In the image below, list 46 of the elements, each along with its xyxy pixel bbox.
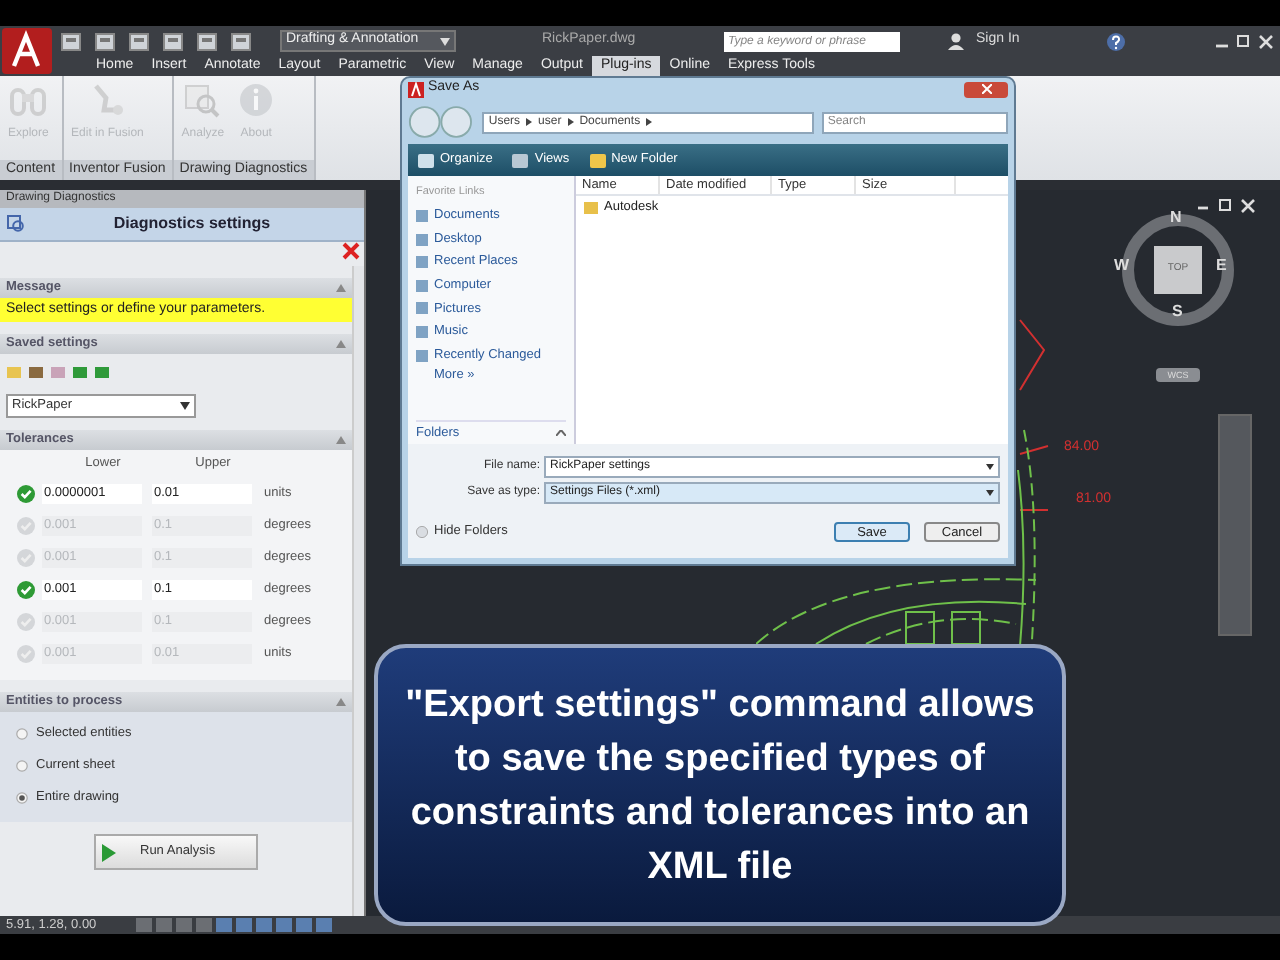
collapse-icon[interactable] (336, 284, 346, 292)
collapse-icon (416, 526, 428, 538)
close-button[interactable] (964, 81, 1008, 97)
window-controls-icon[interactable] (1196, 198, 1256, 214)
user-icon[interactable] (946, 32, 966, 50)
quick-access-icon[interactable] (196, 31, 220, 51)
check-icon[interactable] (16, 516, 36, 536)
dropdown-arrow-icon[interactable] (986, 490, 994, 496)
compass-label: W (1114, 256, 1130, 274)
check-icon[interactable] (16, 484, 36, 504)
binoculars-icon (8, 82, 49, 118)
magnifier-icon (6, 214, 26, 234)
info-icon (236, 82, 277, 118)
compass-label: E (1216, 256, 1227, 274)
help-icon[interactable] (1105, 31, 1126, 51)
compass-label: S (1172, 302, 1183, 320)
radio-button[interactable] (16, 760, 28, 772)
back-forward-icon[interactable] (408, 104, 475, 140)
check-icon[interactable] (16, 612, 36, 632)
app-logo-icon (408, 81, 424, 97)
collapse-icon[interactable] (336, 340, 346, 348)
close-icon[interactable] (342, 242, 360, 260)
dropdown-arrow-icon[interactable] (986, 464, 994, 470)
window-controls-icon[interactable] (1214, 33, 1274, 49)
collapse-icon[interactable] (336, 698, 346, 706)
palette-header: Diagnostics settings (0, 208, 364, 242)
check-icon[interactable] (16, 644, 36, 664)
callout-text: "Export settings" command allows to save the specified types of constraints and tolerances into an XML file (403, 681, 1037, 891)
close-icon (981, 84, 991, 94)
quick-access-icon[interactable] (60, 31, 84, 51)
magnifier-icon (182, 82, 223, 118)
quick-access-icon[interactable] (128, 31, 152, 51)
radio-button[interactable] (16, 728, 28, 740)
quick-access-icon[interactable] (230, 31, 254, 51)
radio-button[interactable] (16, 792, 28, 804)
quick-access-icon[interactable] (94, 31, 118, 51)
application-menu-icon[interactable] (0, 26, 54, 76)
collapse-icon[interactable] (336, 436, 346, 444)
scrollbar[interactable] (352, 266, 364, 916)
check-icon[interactable] (16, 548, 36, 568)
play-icon (102, 843, 116, 861)
chevron-icon (556, 430, 566, 436)
dropdown-arrow-icon[interactable] (440, 37, 450, 45)
quick-access-icon[interactable] (162, 31, 186, 51)
check-icon[interactable] (16, 580, 36, 600)
dropdown-arrow-icon[interactable] (180, 402, 190, 410)
